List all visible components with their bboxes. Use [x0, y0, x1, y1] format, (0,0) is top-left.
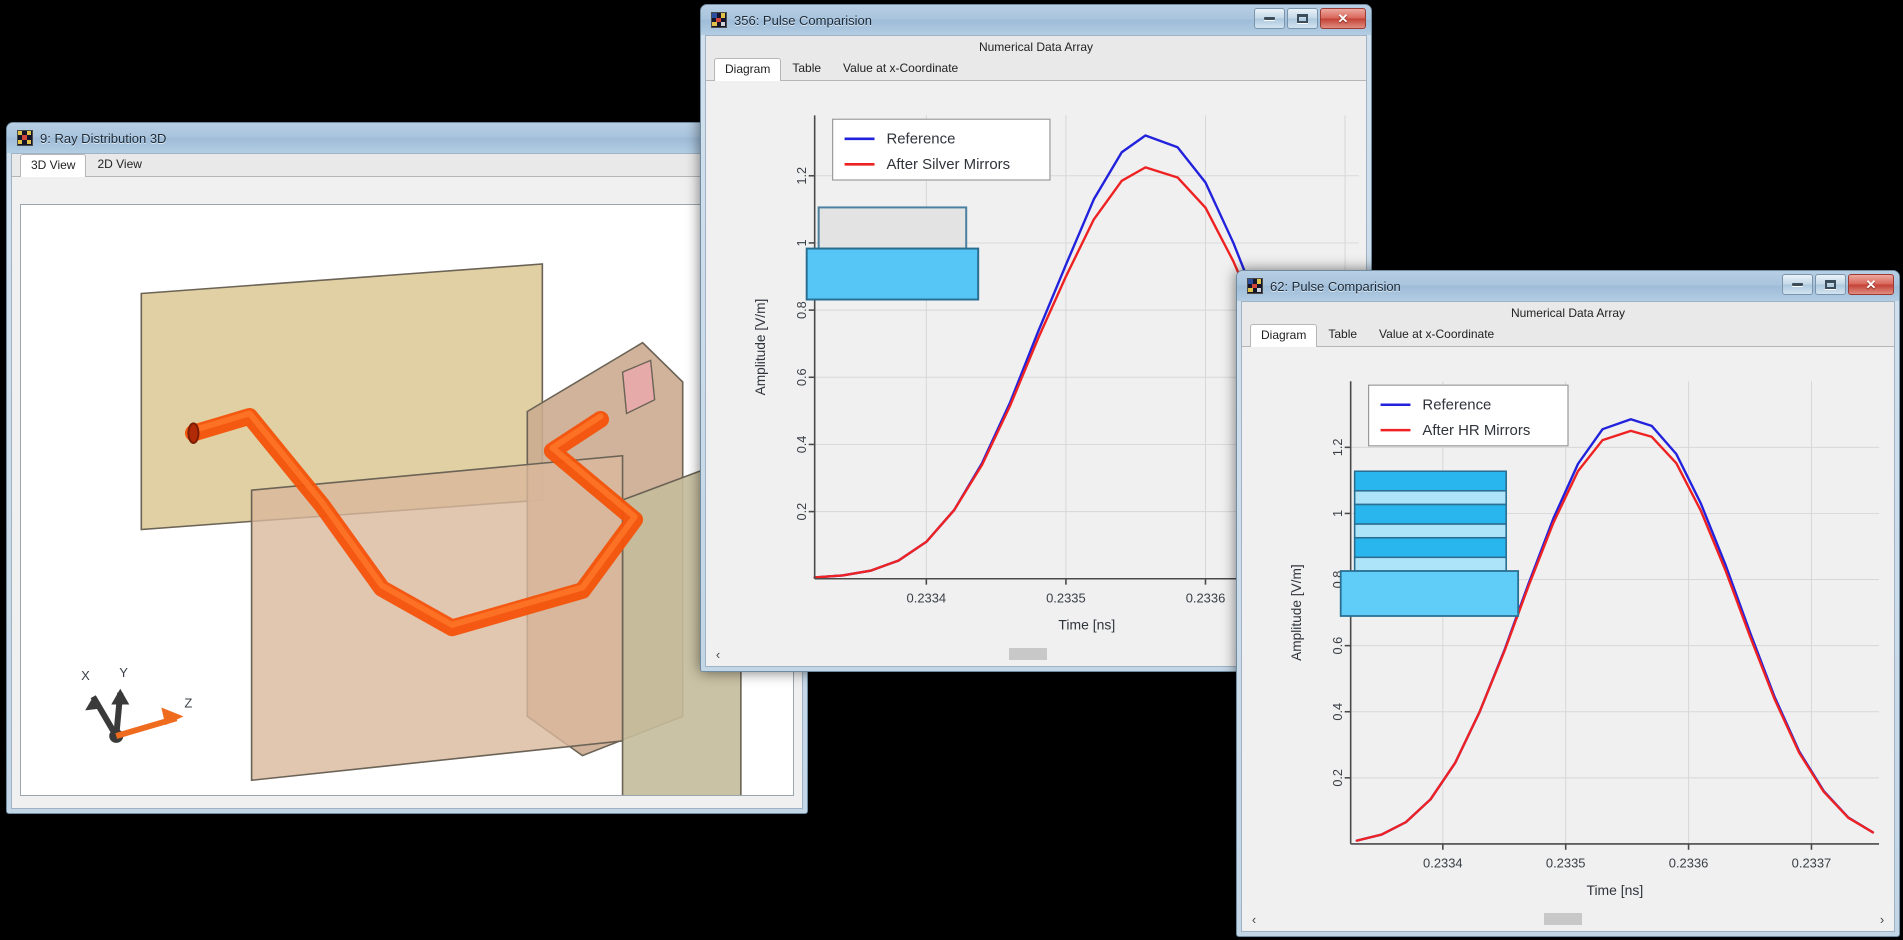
- window-controls[interactable]: ✕: [1254, 8, 1366, 29]
- scroll-right-arrow[interactable]: ›: [1871, 912, 1893, 927]
- window-title: 356: Pulse Comparision: [734, 13, 872, 28]
- axis-label-y: Y: [119, 665, 128, 680]
- legend-label-1: After HR Mirrors: [1422, 423, 1530, 439]
- x-tick-label: 0.2334: [907, 590, 947, 605]
- legend-label-0: Reference: [1422, 398, 1491, 414]
- tabstrip-ray3d[interactable]: 3D View 2D View: [12, 154, 802, 177]
- x-tick-label: 0.2336: [1186, 590, 1226, 605]
- x-tick-label: 0.2334: [1423, 856, 1463, 871]
- y-tick-label: 0.2: [794, 503, 809, 521]
- panel-subtitle: Numerical Data Array: [706, 36, 1366, 58]
- tab-3d-view[interactable]: 3D View: [20, 154, 86, 177]
- titlebar-pulse-356[interactable]: 356: Pulse Comparision ✕: [701, 5, 1371, 35]
- ray-3d-viewport[interactable]: X Y Z: [20, 204, 794, 796]
- close-button[interactable]: ✕: [1320, 8, 1366, 29]
- tab-value-at-x-coordinate[interactable]: Value at x-Coordinate: [832, 57, 969, 80]
- x-axis-label: Time [ns]: [1058, 617, 1115, 633]
- desktop-background: 9: Ray Distribution 3D 3D View 2D View: [0, 0, 1903, 940]
- tab-value-at-x-coordinate[interactable]: Value at x-Coordinate: [1368, 323, 1505, 346]
- ray-3d-scene: X Y Z: [21, 205, 793, 795]
- window-ray-distribution-3d[interactable]: 9: Ray Distribution 3D 3D View 2D View: [6, 122, 808, 814]
- minimize-button[interactable]: [1782, 274, 1813, 295]
- tab-diagram[interactable]: Diagram: [1250, 324, 1317, 347]
- scroll-thumb[interactable]: [1544, 913, 1582, 925]
- x-axis-label: Time [ns]: [1586, 882, 1643, 898]
- diagram-panel-62: 0.23340.23350.23360.23370.20.40.60.811.2…: [1243, 348, 1893, 930]
- window-title: 9: Ray Distribution 3D: [40, 131, 166, 146]
- y-tick-label: 1: [794, 239, 809, 246]
- window-frame: 62: Pulse Comparision ✕ Numerical Data A…: [1237, 271, 1899, 936]
- y-tick-label: 0.8: [794, 301, 809, 319]
- scroll-left-arrow[interactable]: ‹: [1243, 912, 1265, 927]
- maximize-button[interactable]: [1815, 274, 1846, 295]
- legend-label-0: Reference: [886, 132, 955, 148]
- y-tick-label: 1: [1330, 510, 1345, 517]
- panel-subtitle: Numerical Data Array: [1242, 302, 1894, 324]
- chart-62[interactable]: 0.23340.23350.23360.23370.20.40.60.811.2…: [1243, 348, 1893, 930]
- checker-icon: [17, 130, 33, 146]
- tabstrip-pulse-62[interactable]: Diagram Table Value at x-Coordinate: [1242, 324, 1894, 347]
- tab-table[interactable]: Table: [781, 57, 832, 80]
- y-tick-label: 0.6: [1330, 637, 1345, 655]
- x-tick-label: 0.2337: [1792, 856, 1832, 871]
- y-tick-label: 1.2: [794, 167, 809, 185]
- y-tick-label: 1.2: [1330, 439, 1345, 457]
- scroll-left-arrow[interactable]: ‹: [707, 647, 729, 662]
- coating-stack-inset-62: [1341, 471, 1518, 616]
- horizontal-scrollbar-62[interactable]: ‹ ›: [1243, 908, 1893, 930]
- tabstrip-pulse-356[interactable]: Diagram Table Value at x-Coordinate: [706, 58, 1366, 81]
- axis-label-x: X: [81, 668, 90, 683]
- window-frame: 9: Ray Distribution 3D 3D View 2D View: [7, 123, 807, 813]
- maximize-button[interactable]: [1287, 8, 1318, 29]
- y-tick-label: 0.6: [794, 368, 809, 386]
- tab-diagram[interactable]: Diagram: [714, 58, 781, 81]
- y-axis-label: Amplitude [V/m]: [752, 299, 768, 396]
- ray-source-aperture: [188, 423, 198, 443]
- titlebar-pulse-62[interactable]: 62: Pulse Comparision ✕: [1237, 271, 1899, 301]
- y-tick-label: 0.4: [794, 436, 809, 454]
- tab-2d-view[interactable]: 2D View: [86, 153, 152, 176]
- x-tick-label: 0.2335: [1046, 590, 1086, 605]
- y-tick-label: 0.2: [1330, 769, 1345, 787]
- minimize-button[interactable]: [1254, 8, 1285, 29]
- window-controls[interactable]: ✕: [1782, 274, 1894, 295]
- x-tick-label: 0.2335: [1546, 856, 1586, 871]
- legend-label-1: After Silver Mirrors: [886, 157, 1010, 173]
- tab-table[interactable]: Table: [1317, 323, 1368, 346]
- window-client-area: 3D View 2D View: [11, 153, 803, 809]
- scroll-thumb[interactable]: [1009, 648, 1047, 660]
- scroll-track[interactable]: [1265, 912, 1871, 926]
- y-tick-label: 0.4: [1330, 703, 1345, 721]
- window-client-area: Numerical Data Array Diagram Table Value…: [1241, 301, 1895, 932]
- window-pulse-comparision-62[interactable]: 62: Pulse Comparision ✕ Numerical Data A…: [1236, 270, 1900, 937]
- checker-icon: [1247, 278, 1263, 294]
- close-button[interactable]: ✕: [1848, 274, 1894, 295]
- coating-stack-inset-356: [807, 207, 978, 299]
- y-axis-label: Amplitude [V/m]: [1288, 564, 1304, 661]
- window-title: 62: Pulse Comparision: [1270, 279, 1401, 294]
- titlebar-ray-distribution-3d[interactable]: 9: Ray Distribution 3D: [7, 123, 807, 153]
- x-tick-label: 0.2336: [1669, 856, 1709, 871]
- axis-label-z: Z: [184, 696, 192, 711]
- checker-icon: [711, 12, 727, 28]
